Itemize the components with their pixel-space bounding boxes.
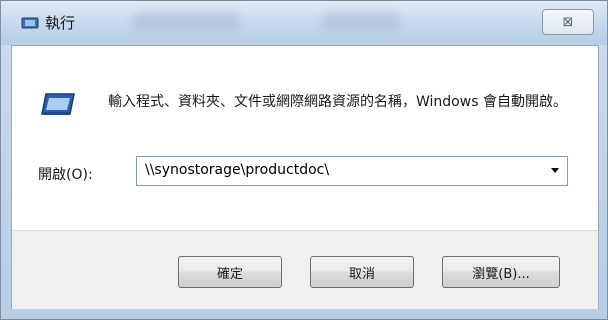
background-blur xyxy=(321,13,401,31)
browse-button[interactable]: 瀏覽(B)... xyxy=(442,256,560,288)
dialog-body: 輸入程式、資料夾、文件或網際網路資源的名稱，Windows 會自動開啟。 開啟(… xyxy=(11,45,599,309)
open-label: 開啟(O): xyxy=(38,167,93,183)
title-bar[interactable]: 執行 ⊠ xyxy=(1,1,607,45)
background-blur xyxy=(131,13,241,31)
ok-button[interactable]: 確定 xyxy=(178,256,282,288)
close-button[interactable]: ⊠ xyxy=(542,9,594,35)
run-icon xyxy=(41,93,75,115)
button-bar: 確定 取消 瀏覽(B)... xyxy=(12,230,598,309)
window-title: 執行 xyxy=(45,14,76,32)
open-combobox[interactable]: \\synostorage\productdoc\ xyxy=(136,156,568,186)
run-dialog-window: 執行 ⊠ 輸入程式、資料夾、文件或網際網路資源的名稱，Windows 會自動開啟… xyxy=(0,0,608,320)
chevron-down-icon[interactable] xyxy=(551,168,559,173)
run-icon xyxy=(21,17,39,29)
close-icon: ⊠ xyxy=(562,14,574,30)
dialog-description: 輸入程式、資料夾、文件或網際網路資源的名稱，Windows 會自動開啟。 xyxy=(108,94,567,110)
cancel-button[interactable]: 取消 xyxy=(310,256,414,288)
open-input-value[interactable]: \\synostorage\productdoc\ xyxy=(145,162,329,178)
